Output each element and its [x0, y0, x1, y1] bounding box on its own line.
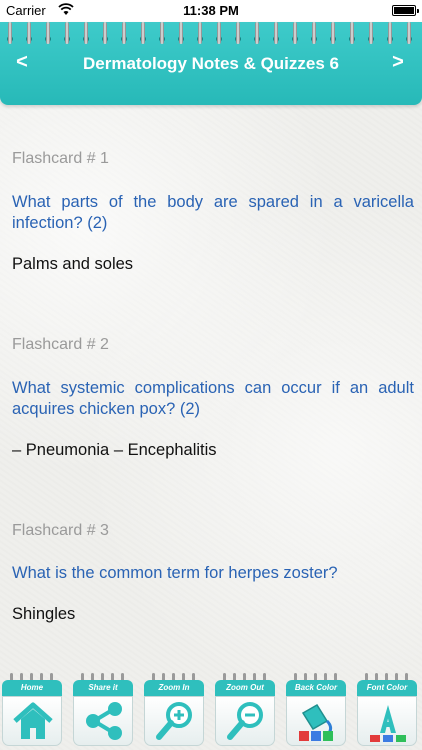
flashcard-answer: Shingles [12, 605, 76, 623]
binding-ring [331, 22, 335, 44]
binding-ring [141, 22, 145, 44]
zoom-out-button[interactable]: Zoom Out [213, 668, 277, 750]
share-button-label: Share it [73, 680, 133, 696]
spiral-binding [0, 22, 422, 52]
binding-ring [274, 22, 278, 44]
zoom-in-icon [156, 702, 192, 740]
back-color-button[interactable]: Back Color [284, 668, 348, 750]
bottom-toolbar: Home Share it Zoom In Zoom Out Back Colo… [0, 668, 422, 750]
binding-ring [350, 22, 354, 44]
flashcard-question: What parts of the body are spared in a v… [12, 193, 414, 232]
binding-ring [8, 22, 12, 44]
zoom-out-icon [227, 702, 263, 740]
binding-ring [407, 22, 411, 44]
battery-icon [392, 5, 419, 16]
flashcard-answer: Palms and soles [12, 255, 134, 273]
flashcard: Flashcard # 3 What is the common term fo… [12, 522, 414, 624]
paint-bucket-icon [299, 703, 333, 741]
flashcard: Flashcard # 1 What parts of the body are… [12, 150, 414, 274]
binding-ring [255, 22, 259, 44]
binding-ring [236, 22, 240, 44]
flashcard-list: Flashcard # 1 What parts of the body are… [12, 150, 414, 624]
binding-ring [27, 22, 31, 44]
flashcard-label: Flashcard # 1 [12, 150, 109, 167]
flashcard-question: What systemic complications can occur if… [12, 379, 414, 418]
flashcard-label: Flashcard # 3 [12, 522, 109, 539]
flashcard-question: What is the common term for herpes zoste… [12, 564, 338, 582]
status-bar: Carrier 11:38 PM [0, 0, 422, 22]
share-icon [86, 702, 122, 740]
binding-ring [217, 22, 221, 44]
share-button[interactable]: Share it [71, 668, 135, 750]
flashcard-answer: – Pneumonia – Encephalitis [12, 441, 217, 459]
binding-ring [84, 22, 88, 44]
binding-ring [293, 22, 297, 44]
font-color-button[interactable]: Font Color [355, 668, 419, 750]
font-color-button-label: Font Color [357, 680, 417, 696]
zoom-out-button-label: Zoom Out [215, 680, 275, 696]
binding-ring [198, 22, 202, 44]
zoom-in-button-label: Zoom In [144, 680, 204, 696]
flashcard-label: Flashcard # 2 [12, 336, 109, 353]
binding-ring [46, 22, 50, 44]
binding-ring [65, 22, 69, 44]
home-button-label: Home [2, 680, 62, 696]
binding-ring [369, 22, 373, 44]
back-color-button-label: Back Color [286, 680, 346, 696]
font-color-icon [370, 705, 406, 742]
binding-ring [388, 22, 392, 44]
next-button[interactable]: > [386, 50, 410, 74]
binding-ring [179, 22, 183, 44]
binding-ring [103, 22, 107, 44]
zoom-in-button[interactable]: Zoom In [142, 668, 206, 750]
binding-ring [312, 22, 316, 44]
flashcard: Flashcard # 2 What systemic complication… [12, 336, 414, 460]
binding-ring [160, 22, 164, 44]
status-time: 11:38 PM [183, 3, 239, 18]
home-button[interactable]: Home [0, 668, 64, 750]
page-title: Dermatology Notes & Quizzes 6 [82, 54, 339, 73]
home-icon [13, 702, 53, 739]
binding-ring [122, 22, 126, 44]
